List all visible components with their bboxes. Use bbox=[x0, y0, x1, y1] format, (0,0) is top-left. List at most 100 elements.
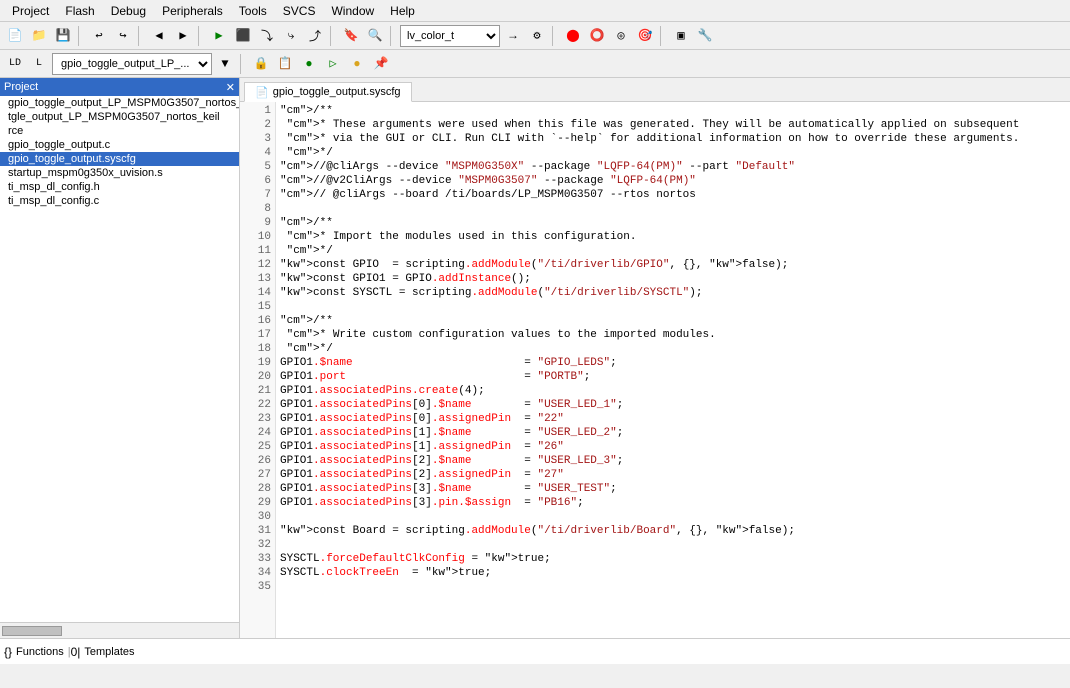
code-line: GPIO1.associatedPins[3].pin.$assign = "P… bbox=[280, 496, 1066, 510]
forward-btn[interactable]: ▶ bbox=[172, 25, 194, 47]
sep1 bbox=[78, 26, 84, 46]
sep4 bbox=[330, 26, 336, 46]
code-line: "cm">* via the GUI or CLI. Run CLI with … bbox=[280, 132, 1066, 146]
code-line bbox=[280, 202, 1066, 216]
code-line: "cm">// @cliArgs --board /ti/boards/LP_M… bbox=[280, 188, 1066, 202]
tb2-copy-btn[interactable]: 📋 bbox=[274, 53, 296, 75]
menu-tools[interactable]: Tools bbox=[231, 2, 275, 20]
functions-btn[interactable]: Functions bbox=[12, 645, 68, 659]
code-line: "cm">* These arguments were used when th… bbox=[280, 118, 1066, 132]
templates-btn[interactable]: Templates bbox=[80, 645, 138, 659]
code-line: SYSCTL.forceDefaultClkConfig = "kw">true… bbox=[280, 552, 1066, 566]
menu-help[interactable]: Help bbox=[382, 2, 423, 20]
code-line: "kw">const Board = scripting.addModule("… bbox=[280, 524, 1066, 538]
code-line: GPIO1.$name = "GPIO_LEDS"; bbox=[280, 356, 1066, 370]
target-btn[interactable]: ⬤ bbox=[562, 25, 584, 47]
tb2-yellow-btn[interactable]: ● bbox=[346, 53, 368, 75]
go-btn[interactable]: → bbox=[502, 25, 524, 47]
code-area: 1234567891011121314151617181920212223242… bbox=[240, 102, 1070, 638]
tb2-run2-btn[interactable]: ▷ bbox=[322, 53, 344, 75]
toolbar2: LD L gpio_toggle_output_LP_... ▼ 🔒 📋 ● ▷… bbox=[0, 50, 1070, 78]
file-item[interactable]: gpio_toggle_output_LP_MSPM0G3507_nortos_… bbox=[0, 96, 239, 110]
toolbar1: 📄 📁 💾 ↩ ↪ ◀ ▶ ▶ ⬛ ⤵ ⤷ ⤴ 🔖 🔍 lv_color_t →… bbox=[0, 22, 1070, 50]
step-into-btn[interactable]: ⤷ bbox=[280, 25, 302, 47]
project-combo[interactable]: gpio_toggle_output_LP_... bbox=[52, 53, 212, 75]
code-line: GPIO1.associatedPins.create(4); bbox=[280, 384, 1066, 398]
code-line: GPIO1.associatedPins[1].$name = "USER_LE… bbox=[280, 426, 1066, 440]
code-line: "cm">* Write custom configuration values… bbox=[280, 328, 1066, 342]
sep5 bbox=[390, 26, 396, 46]
code-line: GPIO1.associatedPins[0].$name = "USER_LE… bbox=[280, 398, 1066, 412]
run-btn[interactable]: ▶ bbox=[208, 25, 230, 47]
menubar: Project Flash Debug Peripherals Tools SV… bbox=[0, 0, 1070, 22]
menu-svcs[interactable]: SVCS bbox=[275, 2, 324, 20]
file-tree: gpio_toggle_output_LP_MSPM0G3507_nortos_… bbox=[0, 96, 239, 622]
file-item[interactable]: gpio_toggle_output.c bbox=[0, 138, 239, 152]
sep6 bbox=[552, 26, 558, 46]
file-item[interactable]: tgle_output_LP_MSPM0G3507_nortos_keil bbox=[0, 110, 239, 124]
tb2-arrow-btn[interactable]: ▼ bbox=[214, 53, 236, 75]
window-btn[interactable]: ▣ bbox=[670, 25, 692, 47]
open-file-btn[interactable]: 📁 bbox=[28, 25, 50, 47]
step-out-btn[interactable]: ⤴ bbox=[304, 25, 326, 47]
code-line: "cm">*/ bbox=[280, 146, 1066, 160]
left-panel-close[interactable]: ✕ bbox=[226, 81, 235, 94]
tb2-green-btn[interactable]: ● bbox=[298, 53, 320, 75]
search-btn[interactable]: 🔍 bbox=[364, 25, 386, 47]
menu-debug[interactable]: Debug bbox=[103, 2, 154, 20]
file-item[interactable]: rce bbox=[0, 124, 239, 138]
tb2-pin-btn[interactable]: 📌 bbox=[370, 53, 392, 75]
code-line: GPIO1.associatedPins[2].assignedPin = "2… bbox=[280, 468, 1066, 482]
menu-project[interactable]: Project bbox=[4, 2, 57, 20]
target3-btn[interactable]: ◎ bbox=[610, 25, 632, 47]
file-item[interactable]: gpio_toggle_output.syscfg bbox=[0, 152, 239, 166]
code-line: GPIO1.associatedPins[0].assignedPin = "2… bbox=[280, 412, 1066, 426]
menu-peripherals[interactable]: Peripherals bbox=[154, 2, 231, 20]
sep8 bbox=[240, 54, 246, 74]
bottom-bar: {} Functions | 0| Templates bbox=[0, 638, 1070, 664]
left-panel-header: Project ✕ bbox=[0, 78, 239, 96]
tb2-config-btn[interactable]: 🔒 bbox=[250, 53, 272, 75]
code-line: "cm">/** bbox=[280, 216, 1066, 230]
file-item[interactable]: ti_msp_dl_config.h bbox=[0, 180, 239, 194]
tb2-btn2[interactable]: L bbox=[28, 53, 50, 75]
sep3 bbox=[198, 26, 204, 46]
code-line: "kw">const GPIO1 = GPIO.addInstance(); bbox=[280, 272, 1066, 286]
new-file-btn[interactable]: 📄 bbox=[4, 25, 26, 47]
menu-window[interactable]: Window bbox=[323, 2, 382, 20]
symbol-combo[interactable]: lv_color_t bbox=[400, 25, 500, 47]
tb2-btn1[interactable]: LD bbox=[4, 53, 26, 75]
settings-btn[interactable]: ⚙ bbox=[526, 25, 548, 47]
target4-btn[interactable]: 🎯 bbox=[634, 25, 656, 47]
undo-btn[interactable]: ↩ bbox=[88, 25, 110, 47]
code-line bbox=[280, 300, 1066, 314]
file-item[interactable]: startup_mspm0g350x_uvision.s bbox=[0, 166, 239, 180]
code-line: GPIO1.associatedPins[2].$name = "USER_LE… bbox=[280, 454, 1066, 468]
curly-icon: {} bbox=[4, 645, 12, 659]
back-btn[interactable]: ◀ bbox=[148, 25, 170, 47]
code-line: GPIO1.port = "PORTB"; bbox=[280, 370, 1066, 384]
code-line: GPIO1.associatedPins[1].assignedPin = "2… bbox=[280, 440, 1066, 454]
target2-btn[interactable]: ⭕ bbox=[586, 25, 608, 47]
tab-syscfg[interactable]: 📄 gpio_toggle_output.syscfg bbox=[244, 82, 412, 102]
stop-btn[interactable]: ⬛ bbox=[232, 25, 254, 47]
code-line: "cm">*/ bbox=[280, 244, 1066, 258]
redo-btn[interactable]: ↪ bbox=[112, 25, 134, 47]
sep7 bbox=[660, 26, 666, 46]
pipe-icon: 0| bbox=[71, 645, 81, 659]
left-panel: Project ✕ gpio_toggle_output_LP_MSPM0G35… bbox=[0, 78, 240, 638]
left-panel-title: Project bbox=[4, 81, 38, 93]
bookmark-btn[interactable]: 🔖 bbox=[340, 25, 362, 47]
wrench-btn[interactable]: 🔧 bbox=[694, 25, 716, 47]
menu-flash[interactable]: Flash bbox=[57, 2, 102, 20]
file-item[interactable]: ti_msp_dl_config.c bbox=[0, 194, 239, 208]
code-content[interactable]: "cm">/** "cm">* These arguments were use… bbox=[276, 102, 1070, 638]
code-line: GPIO1.associatedPins[3].$name = "USER_TE… bbox=[280, 482, 1066, 496]
step-over-btn[interactable]: ⤵ bbox=[256, 25, 278, 47]
code-line: "kw">const GPIO = scripting.addModule("/… bbox=[280, 258, 1066, 272]
save-btn[interactable]: 💾 bbox=[52, 25, 74, 47]
code-line: "cm">/** bbox=[280, 104, 1066, 118]
code-line: "cm">//@cliArgs --device "MSPM0G350X" --… bbox=[280, 160, 1066, 174]
code-line: "cm">*/ bbox=[280, 342, 1066, 356]
hscroll[interactable] bbox=[0, 622, 239, 638]
